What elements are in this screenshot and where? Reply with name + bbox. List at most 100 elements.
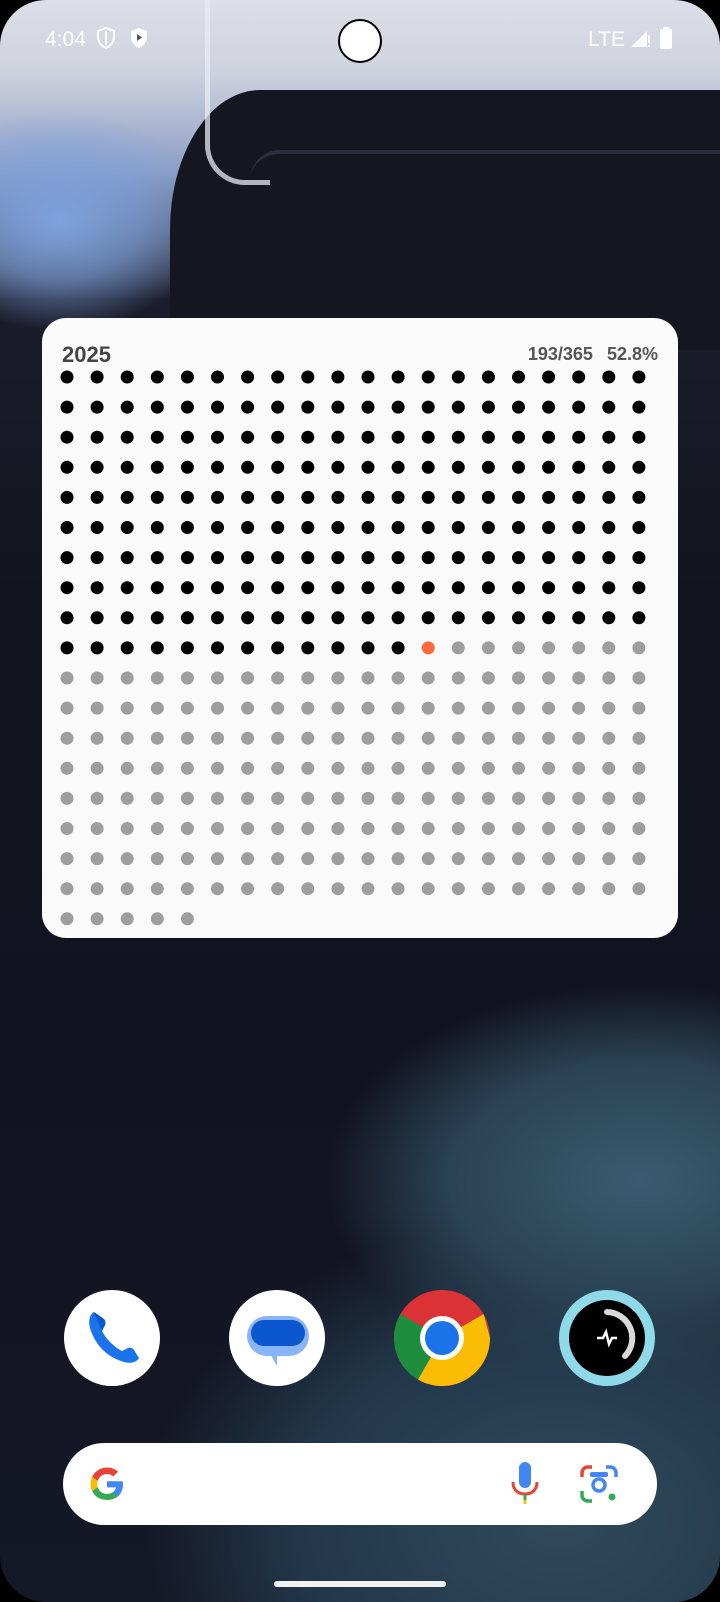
day-dot-remaining — [90, 761, 104, 775]
day-dot-remaining — [301, 822, 315, 835]
day-dot-elapsed — [542, 521, 556, 534]
day-dot-elapsed — [241, 370, 255, 384]
day-dot-remaining — [572, 671, 586, 685]
messages-app-icon[interactable] — [229, 1290, 325, 1386]
day-dot-remaining — [391, 882, 405, 896]
day-dot-elapsed — [421, 430, 435, 444]
day-dot-elapsed — [331, 460, 345, 474]
day-dot-elapsed — [542, 551, 556, 565]
day-dot-remaining — [90, 852, 104, 866]
day-dot-elapsed — [512, 581, 525, 595]
day-dot-elapsed — [180, 490, 194, 504]
day-dot-elapsed — [90, 460, 104, 474]
day-dot-elapsed — [602, 370, 616, 384]
day-dot-remaining — [632, 852, 646, 866]
day-dot-elapsed — [211, 460, 224, 474]
day-dot-elapsed — [241, 490, 255, 504]
day-dot-elapsed — [241, 551, 255, 565]
day-dot-elapsed — [211, 490, 224, 504]
day-dot-elapsed — [391, 551, 405, 565]
day-dot-remaining — [572, 761, 586, 775]
day-dot-remaining — [301, 761, 315, 775]
day-dot-remaining — [572, 791, 586, 805]
day-dot-remaining — [180, 671, 194, 685]
day-dot-elapsed — [602, 430, 616, 444]
day-dot-elapsed — [602, 521, 616, 534]
day-dot-elapsed — [120, 430, 134, 444]
day-dot-remaining — [542, 731, 556, 745]
fitness-app-icon[interactable] — [559, 1290, 655, 1386]
day-dot-remaining — [542, 761, 556, 775]
day-dot-elapsed — [602, 460, 616, 474]
day-dot-elapsed — [421, 581, 435, 595]
google-search-bar[interactable] — [63, 1443, 657, 1525]
day-dot-remaining — [451, 701, 465, 715]
microphone-icon[interactable] — [505, 1460, 545, 1508]
day-dot-elapsed — [391, 581, 405, 595]
day-dot-remaining — [512, 701, 525, 715]
day-dot-elapsed — [120, 400, 134, 414]
day-dot-remaining — [120, 761, 134, 775]
day-dot-remaining — [331, 731, 345, 745]
day-dot-remaining — [512, 671, 525, 685]
day-dot-elapsed — [602, 611, 616, 625]
day-dot-elapsed — [542, 581, 556, 595]
day-dot-elapsed — [361, 581, 375, 595]
day-dot-remaining — [421, 671, 435, 685]
day-dot-elapsed — [602, 490, 616, 504]
navigation-handle[interactable] — [274, 1581, 446, 1587]
phone-app-icon[interactable] — [64, 1290, 160, 1386]
day-dot-elapsed — [512, 611, 525, 625]
day-dot-remaining — [271, 852, 285, 866]
day-dot-elapsed — [331, 581, 345, 595]
day-dot-elapsed — [301, 430, 315, 444]
day-dot-elapsed — [301, 521, 315, 534]
day-dot-remaining — [241, 671, 255, 685]
day-dot-remaining — [481, 701, 495, 715]
day-dot-remaining — [241, 822, 255, 835]
day-dot-elapsed — [301, 460, 315, 474]
day-dot-remaining — [90, 822, 104, 835]
day-dot-remaining — [361, 701, 375, 715]
day-dot-remaining — [421, 882, 435, 896]
day-dot-elapsed — [301, 641, 315, 655]
day-dot-elapsed — [120, 551, 134, 565]
day-dot-elapsed — [451, 551, 465, 565]
day-dot-elapsed — [60, 521, 74, 534]
day-dot-remaining — [150, 761, 164, 775]
day-dot-remaining — [451, 731, 465, 745]
day-dot-elapsed — [301, 370, 315, 384]
day-dot-elapsed — [602, 400, 616, 414]
day-dot-remaining — [602, 882, 616, 896]
day-dot-elapsed — [211, 400, 224, 414]
day-dot-remaining — [632, 671, 646, 685]
day-dot-elapsed — [180, 551, 194, 565]
day-dot-remaining — [271, 761, 285, 775]
google-lens-icon[interactable] — [578, 1463, 620, 1505]
day-dot-elapsed — [391, 430, 405, 444]
day-dot-remaining — [211, 852, 224, 866]
day-dot-remaining — [602, 852, 616, 866]
day-dot-remaining — [602, 671, 616, 685]
day-dot-elapsed — [120, 581, 134, 595]
chrome-app-icon[interactable] — [393, 1290, 490, 1387]
day-dot-remaining — [391, 852, 405, 866]
day-dot-elapsed — [150, 551, 164, 565]
day-dot-elapsed — [180, 611, 194, 625]
day-dot-elapsed — [150, 490, 164, 504]
day-dot-remaining — [481, 852, 495, 866]
day-dot-elapsed — [451, 581, 465, 595]
day-dot-elapsed — [331, 400, 345, 414]
day-dot-elapsed — [512, 400, 525, 414]
day-dot-elapsed — [542, 490, 556, 504]
day-dot-remaining — [572, 641, 586, 655]
day-dot-remaining — [90, 731, 104, 745]
day-dot-elapsed — [150, 611, 164, 625]
day-dot-elapsed — [60, 370, 74, 384]
day-dot-remaining — [120, 822, 134, 835]
year-progress-widget[interactable]: 2025 193/365 52.8% — [42, 318, 678, 938]
day-dot-remaining — [421, 852, 435, 866]
day-dot-remaining — [391, 822, 405, 835]
day-dot-elapsed — [421, 490, 435, 504]
day-dot-remaining — [421, 822, 435, 835]
